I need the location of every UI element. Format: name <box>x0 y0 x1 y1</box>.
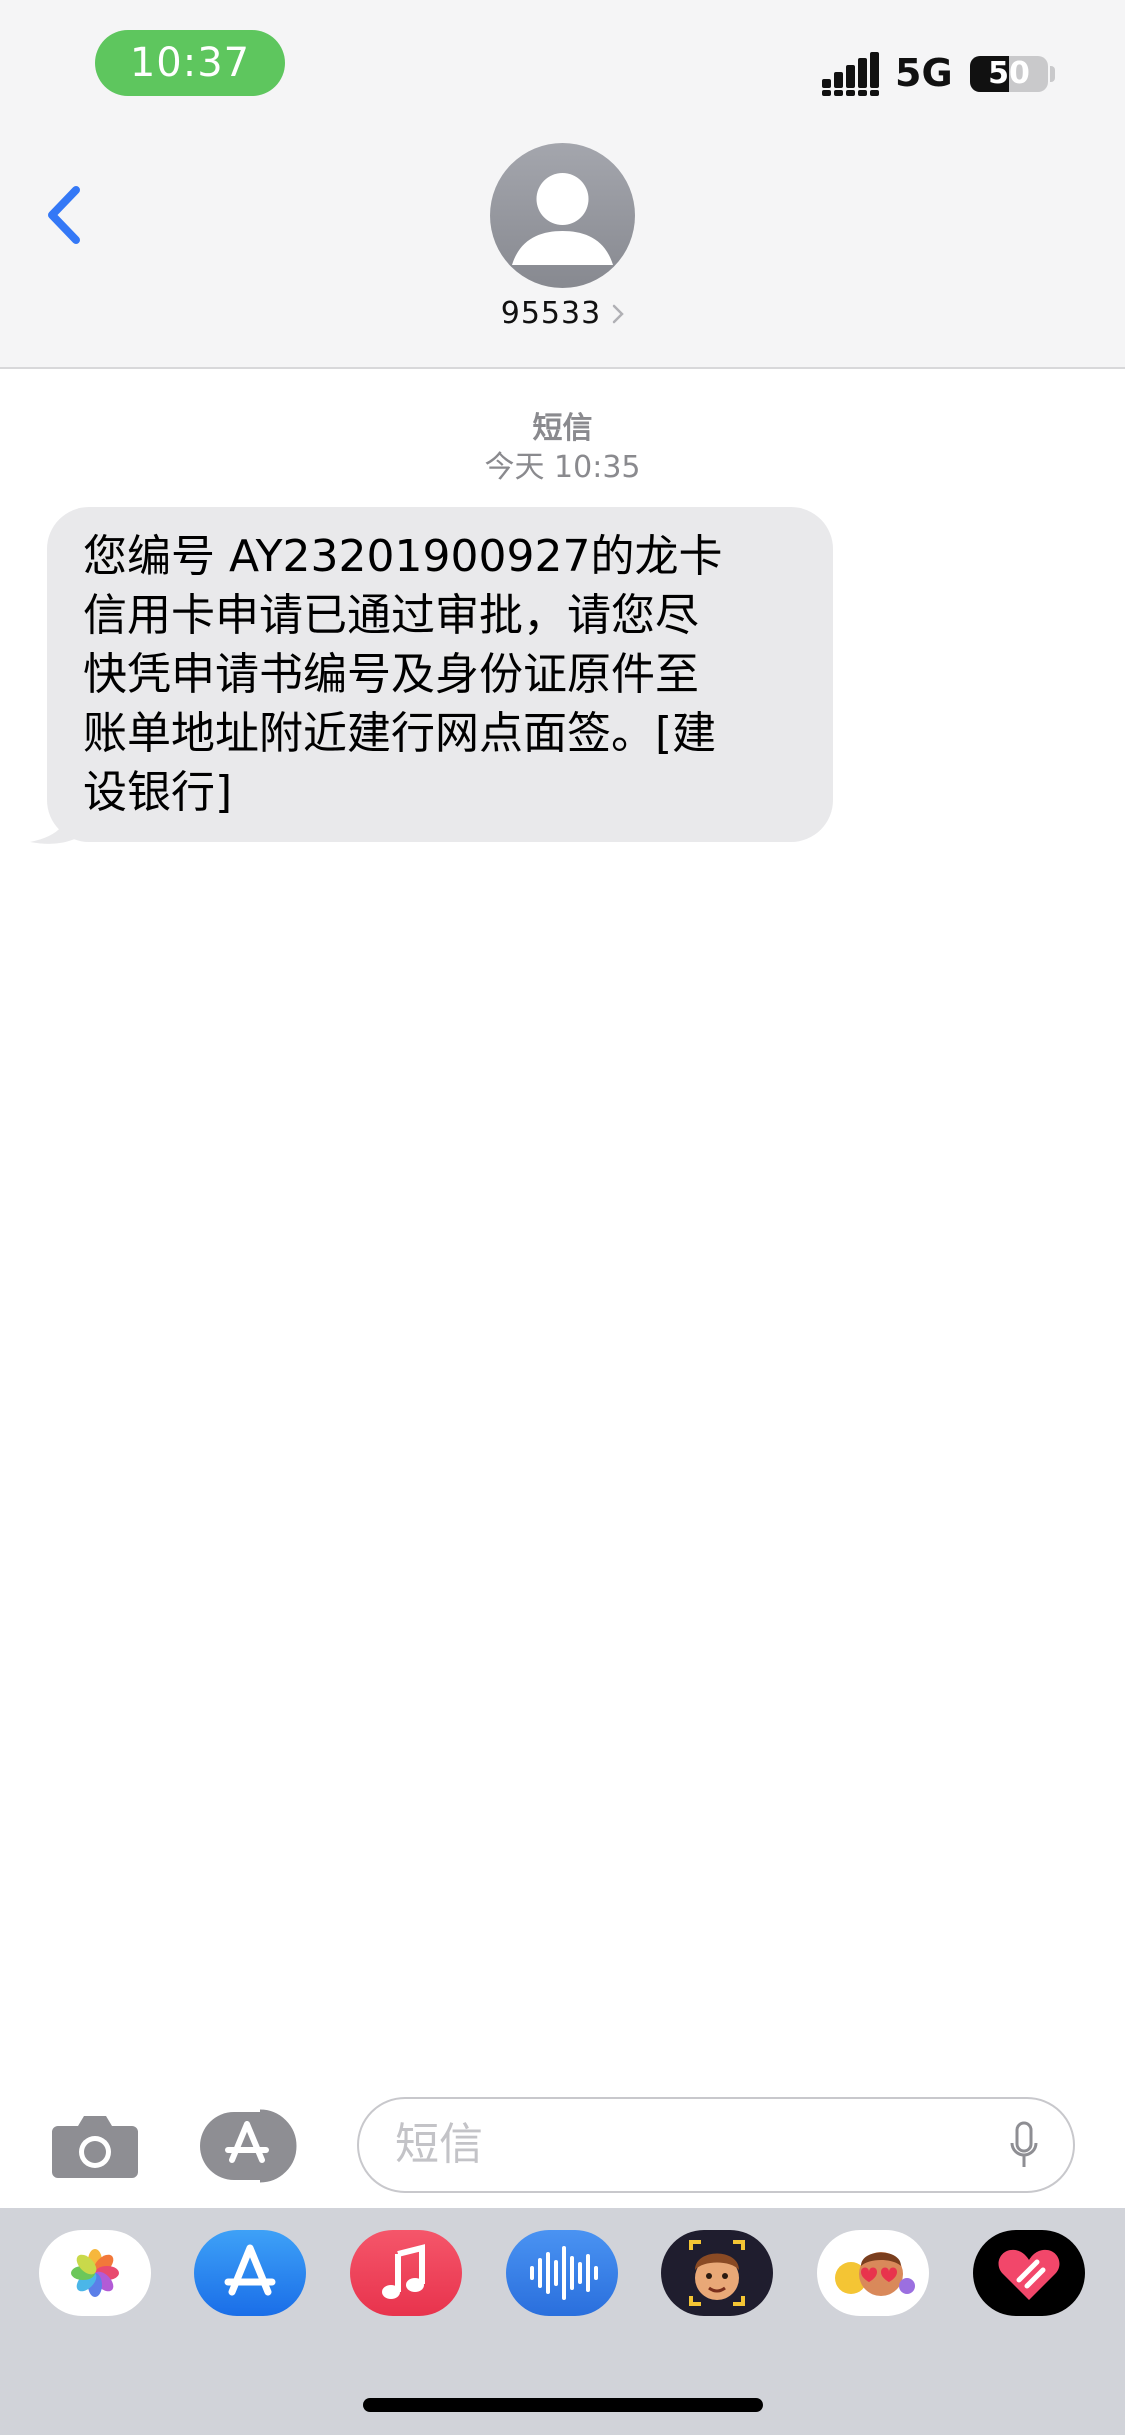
message-bubble-incoming[interactable]: 您编号 AY23201900927的龙卡 信用卡申请已通过审批，请您尽 快凭申请… <box>47 507 833 842</box>
contact-name: 95533 <box>500 296 602 331</box>
camera-icon[interactable] <box>50 2110 140 2180</box>
audio-message-app-icon[interactable] <box>506 2230 618 2316</box>
animoji-stickers-app-icon[interactable] <box>817 2230 929 2316</box>
photos-app-icon[interactable] <box>39 2230 151 2316</box>
digital-touch-app-icon[interactable] <box>973 2230 1085 2316</box>
message-input-placeholder: 短信 <box>395 2119 483 2170</box>
microphone-icon[interactable] <box>1009 2121 1039 2171</box>
battery-tip <box>1050 66 1055 82</box>
person-silhouette-icon <box>512 173 613 265</box>
contact-avatar[interactable] <box>490 143 635 288</box>
app-store-toggle-icon[interactable] <box>198 2108 310 2184</box>
memoji-app-icon[interactable] <box>661 2230 773 2316</box>
app-store-app-icon[interactable] <box>194 2230 306 2316</box>
message-timestamp: 今天 10:35 <box>484 450 641 485</box>
battery-percent: 50 <box>988 56 1030 91</box>
status-time: 10:37 <box>95 30 285 96</box>
music-app-icon[interactable] <box>350 2230 462 2316</box>
back-chevron-icon[interactable] <box>40 178 90 252</box>
message-input[interactable]: 短信 <box>357 2097 1075 2193</box>
battery-icon: 50 <box>970 56 1048 92</box>
chevron-right-icon <box>613 304 625 323</box>
network-type: 5G <box>895 51 953 95</box>
service-label: 短信 <box>532 411 593 446</box>
cellular-signal-icon <box>822 52 879 96</box>
contact-name-row[interactable]: 95533 <box>0 296 1125 331</box>
home-indicator[interactable] <box>363 2398 763 2412</box>
